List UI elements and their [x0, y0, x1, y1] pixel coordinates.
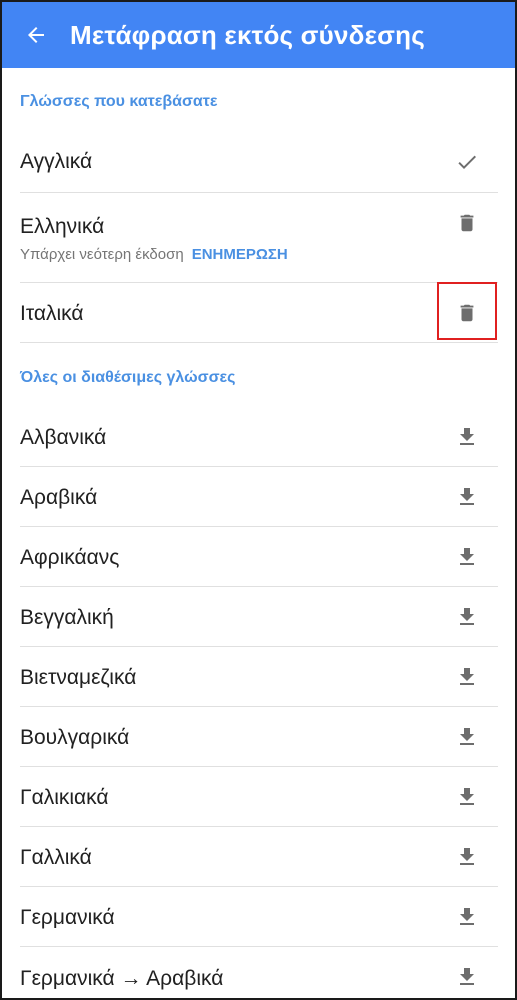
- language-label: Γερμανικά → Αραβικά: [20, 967, 224, 990]
- download-icon[interactable]: [454, 604, 480, 630]
- update-notice-text: Υπάρχει νεότερη έκδοση: [20, 246, 184, 263]
- language-label: Βεγγαλική: [20, 606, 114, 629]
- page-title: Μετάφραση εκτός σύνδεσης: [70, 19, 425, 50]
- back-button[interactable]: [2, 2, 70, 68]
- download-icon[interactable]: [454, 424, 480, 450]
- language-label: Γαλικιακά: [20, 786, 109, 809]
- language-label: Βουλγαρικά: [20, 726, 130, 749]
- arrow-back-icon: [28, 27, 44, 43]
- language-row[interactable]: Βιετναμεζικά: [2, 647, 515, 707]
- language-label: Αλβανικά: [20, 426, 107, 449]
- language-label: Γαλλικά: [20, 846, 92, 869]
- language-row-english[interactable]: Αγγλικά: [2, 132, 515, 192]
- language-label: Γερμανικά: [20, 906, 115, 929]
- language-label: Βιετναμεζικά: [20, 666, 137, 689]
- download-icon[interactable]: [454, 544, 480, 570]
- language-row[interactable]: Βεγγαλική: [2, 587, 515, 647]
- language-row[interactable]: Αλβανικά: [2, 407, 515, 467]
- language-row[interactable]: Γαλλικά: [2, 827, 515, 887]
- language-row-greek[interactable]: Ελληνικά Υπάρχει νεότερη έκδοση ΕΝΗΜΕΡΩΣΗ: [2, 193, 515, 282]
- language-row[interactable]: Αφρικάανς: [2, 527, 515, 587]
- download-icon[interactable]: [454, 844, 480, 870]
- check-icon: [454, 149, 480, 175]
- download-icon[interactable]: [454, 784, 480, 810]
- download-icon[interactable]: [454, 484, 480, 510]
- language-label: Ιταλικά: [20, 302, 84, 325]
- screen-frame: Μετάφραση εκτός σύνδεσης Γλώσσες που κατ…: [0, 0, 517, 1000]
- update-link[interactable]: ΕΝΗΜΕΡΩΣΗ: [192, 246, 288, 263]
- language-row[interactable]: Γερμανικά: [2, 887, 515, 947]
- language-row[interactable]: Γαλικιακά: [2, 767, 515, 827]
- highlight-box: [437, 282, 497, 340]
- language-label: Αγγλικά: [20, 150, 93, 173]
- language-row[interactable]: Βουλγαρικά: [2, 707, 515, 767]
- language-label: Αφρικάανς: [20, 546, 120, 569]
- divider: [20, 342, 498, 343]
- delete-icon[interactable]: [454, 210, 480, 236]
- download-icon[interactable]: [454, 964, 480, 990]
- download-icon[interactable]: [454, 664, 480, 690]
- download-icon[interactable]: [454, 724, 480, 750]
- language-row[interactable]: Γερμανικά → Αραβικά: [2, 947, 515, 998]
- downloaded-languages-header: Γλώσσες που κατεβάσατε: [20, 93, 218, 110]
- language-label: Αραβικά: [20, 486, 98, 509]
- update-notice: Υπάρχει νεότερη έκδοση ΕΝΗΜΕΡΩΣΗ: [20, 246, 288, 263]
- language-row[interactable]: Αραβικά: [2, 467, 515, 527]
- available-languages-header: Όλες οι διαθέσιμες γλώσσες: [20, 369, 236, 386]
- download-icon[interactable]: [454, 904, 480, 930]
- app-bar: Μετάφραση εκτός σύνδεσης: [2, 2, 515, 68]
- language-label: Ελληνικά: [20, 215, 105, 238]
